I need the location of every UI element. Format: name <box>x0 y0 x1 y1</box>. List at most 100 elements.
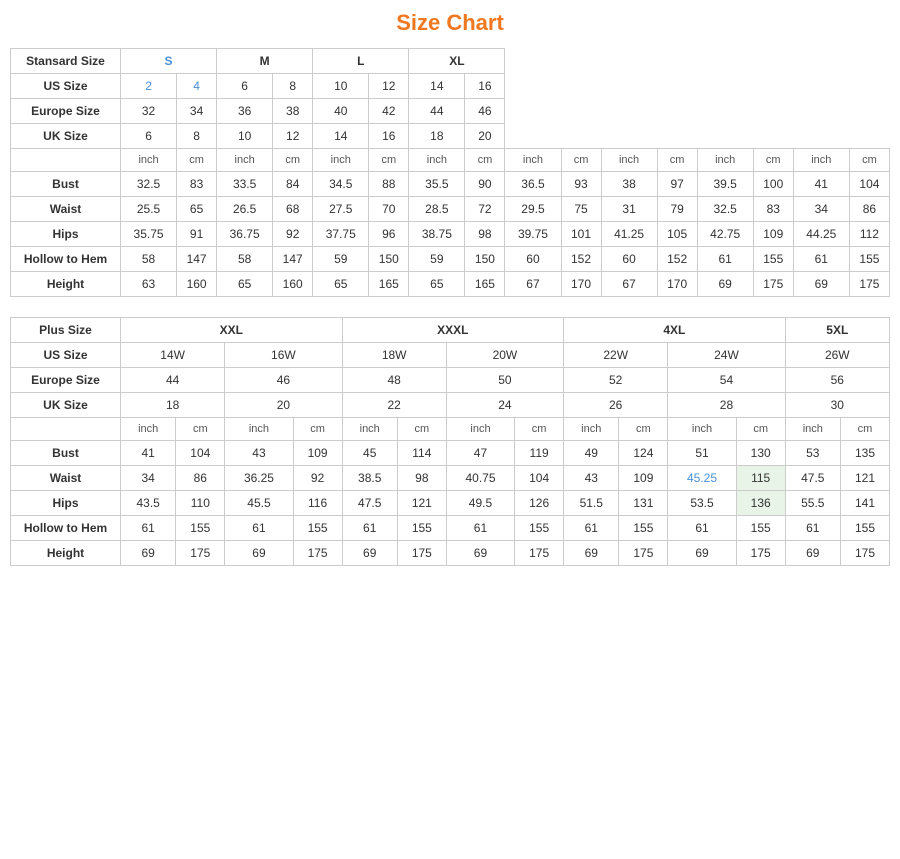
hollow-xl1: 61 <box>697 247 753 272</box>
plus-eu-54: 54 <box>668 368 785 393</box>
plus-us-14w: 14W <box>121 343 225 368</box>
plus-hips-label: Hips <box>11 491 121 516</box>
plus-height-2cm: 175 <box>293 541 342 566</box>
us-4: 4 <box>177 74 217 99</box>
height-m2: 65 <box>409 272 465 297</box>
height-label: Height <box>11 272 121 297</box>
plus-bust-2: 43 <box>225 441 293 466</box>
plus-eu-56: 56 <box>785 368 889 393</box>
inch-6: inch <box>601 149 657 172</box>
waist-l2: 31 <box>601 197 657 222</box>
waist-l1-cm: 75 <box>561 197 601 222</box>
hollow-m2: 59 <box>409 247 465 272</box>
inch-4: inch <box>409 149 465 172</box>
plus-uk-28: 28 <box>668 393 785 418</box>
plus-waist-label: Waist <box>11 466 121 491</box>
plus-us-18w: 18W <box>342 343 446 368</box>
plus-hips-7cm: 141 <box>840 491 889 516</box>
plus-hips-4: 49.5 <box>446 491 514 516</box>
plus-hollow-2cm: 155 <box>293 516 342 541</box>
hollow-s1-cm: 147 <box>177 247 217 272</box>
plus-hips-5: 51.5 <box>564 491 619 516</box>
height-xl2-cm: 175 <box>849 272 889 297</box>
plus-hollow-row: Hollow to Hem 61 155 61 155 61 155 61 15… <box>11 516 890 541</box>
5xl-header: 5XL <box>785 318 889 343</box>
plus-bust-7: 53 <box>785 441 840 466</box>
plus-hollow-2: 61 <box>225 516 293 541</box>
height-s2-cm: 160 <box>273 272 313 297</box>
plus-cm-6: cm <box>736 418 785 441</box>
plus-bust-3cm: 114 <box>397 441 446 466</box>
hollow-m1-cm: 150 <box>369 247 409 272</box>
eu-44: 44 <box>409 99 465 124</box>
plus-hips-1cm: 110 <box>176 491 225 516</box>
height-xl2: 69 <box>793 272 849 297</box>
plus-height-3: 69 <box>342 541 397 566</box>
us-10: 10 <box>313 74 369 99</box>
bust-m1: 34.5 <box>313 172 369 197</box>
plus-europe-size-label: Europe Size <box>11 368 121 393</box>
plus-us-26w: 26W <box>785 343 889 368</box>
plus-hips-2cm: 116 <box>293 491 342 516</box>
plus-eu-48: 48 <box>342 368 446 393</box>
plus-height-5: 69 <box>564 541 619 566</box>
height-m1-cm: 165 <box>369 272 409 297</box>
plus-hips-3cm: 121 <box>397 491 446 516</box>
waist-m1: 27.5 <box>313 197 369 222</box>
plus-us-size-row: US Size 14W 16W 18W 20W 22W 24W 26W <box>11 343 890 368</box>
europe-size-row: Europe Size 32 34 36 38 40 42 44 46 <box>11 99 890 124</box>
plus-europe-size-row: Europe Size 44 46 48 50 52 54 56 <box>11 368 890 393</box>
cm-8: cm <box>849 149 889 172</box>
plus-height-5cm: 175 <box>619 541 668 566</box>
hips-m1: 37.75 <box>313 222 369 247</box>
us-8: 8 <box>273 74 313 99</box>
plus-hollow-label: Hollow to Hem <box>11 516 121 541</box>
plus-uk-22: 22 <box>342 393 446 418</box>
hips-m2-cm: 98 <box>465 222 505 247</box>
plus-height-row: Height 69 175 69 175 69 175 69 175 69 17… <box>11 541 890 566</box>
hips-s1: 35.75 <box>121 222 177 247</box>
plus-cm-7: cm <box>840 418 889 441</box>
plus-hips-6cm: 136 <box>736 491 785 516</box>
bust-s1: 32.5 <box>121 172 177 197</box>
inch-1: inch <box>121 149 177 172</box>
height-xl1-cm: 175 <box>753 272 793 297</box>
plus-height-4: 69 <box>446 541 514 566</box>
plus-height-1cm: 175 <box>176 541 225 566</box>
hips-xl1-cm: 109 <box>753 222 793 247</box>
eu-46: 46 <box>465 99 505 124</box>
waist-m1-cm: 70 <box>369 197 409 222</box>
waist-label: Waist <box>11 197 121 222</box>
plus-hollow-1: 61 <box>121 516 176 541</box>
bust-l2: 38 <box>601 172 657 197</box>
us-size-label: US Size <box>11 74 121 99</box>
xxl-header: XXL <box>121 318 343 343</box>
height-l1: 67 <box>505 272 561 297</box>
waist-s2: 26.5 <box>217 197 273 222</box>
bust-m2: 35.5 <box>409 172 465 197</box>
plus-bust-1cm: 104 <box>176 441 225 466</box>
waist-xl2-cm: 86 <box>849 197 889 222</box>
plus-cm-1: cm <box>176 418 225 441</box>
bust-xl2: 41 <box>793 172 849 197</box>
plus-eu-46: 46 <box>225 368 342 393</box>
uk-6: 6 <box>121 124 177 149</box>
plus-waist-4: 40.75 <box>446 466 514 491</box>
plus-height-label: Height <box>11 541 121 566</box>
waist-s2-cm: 68 <box>273 197 313 222</box>
plus-hips-2: 45.5 <box>225 491 293 516</box>
hollow-l2-cm: 152 <box>657 247 697 272</box>
cm-2: cm <box>273 149 313 172</box>
eu-40: 40 <box>313 99 369 124</box>
plus-waist-1: 34 <box>121 466 176 491</box>
stansard-size-label: Stansard Size <box>11 49 121 74</box>
standard-size-table: Stansard Size S M L XL US Size 2 4 6 8 1… <box>10 48 890 297</box>
plus-hips-row: Hips 43.5 110 45.5 116 47.5 121 49.5 126… <box>11 491 890 516</box>
plus-us-22w: 22W <box>564 343 668 368</box>
unit-row-plus: inch cm inch cm inch cm inch cm inch cm … <box>11 418 890 441</box>
plus-waist-5: 43 <box>564 466 619 491</box>
plus-cm-2: cm <box>293 418 342 441</box>
us-6: 6 <box>217 74 273 99</box>
uk-14: 14 <box>313 124 369 149</box>
plus-cm-5: cm <box>619 418 668 441</box>
